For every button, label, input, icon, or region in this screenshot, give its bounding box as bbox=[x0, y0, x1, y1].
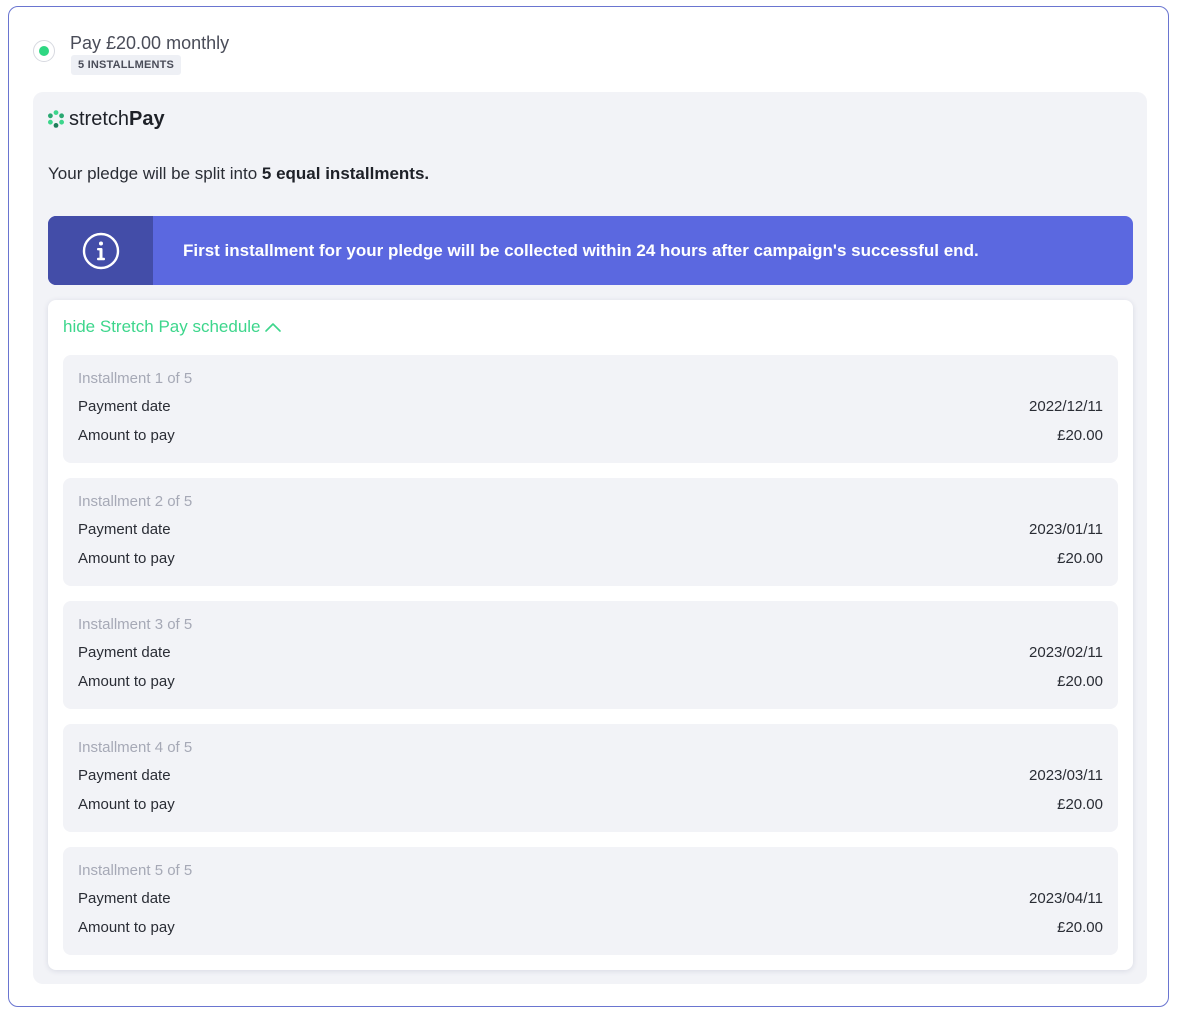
installment-title: Installment 2 of 5 bbox=[78, 493, 193, 510]
payment-date-row: Payment date 2023/03/11 bbox=[78, 765, 1103, 787]
installments-summary-emphasis: 5 equal installments. bbox=[261, 164, 430, 183]
amount-value: £20.00 bbox=[1057, 673, 1103, 690]
payment-date-row: Payment date 2023/02/11 bbox=[78, 642, 1103, 664]
hide-schedule-toggle[interactable]: hide Stretch Pay schedule bbox=[63, 315, 282, 339]
amount-row: Amount to pay £20.00 bbox=[78, 794, 1103, 816]
stretch-pay-panel: stretchPay Your pledge will be split int… bbox=[33, 92, 1147, 984]
amount-row: Amount to pay £20.00 bbox=[78, 671, 1103, 693]
stretch-pay-schedule: hide Stretch Pay schedule Installment 1 … bbox=[48, 300, 1133, 970]
radio-selected-dot bbox=[39, 46, 49, 56]
installments-badge: 5 INSTALLMENTS bbox=[71, 55, 182, 75]
payment-date-value: 2023/03/11 bbox=[1029, 767, 1103, 784]
amount-value: £20.00 bbox=[1057, 919, 1103, 936]
payment-date-label: Payment date bbox=[78, 521, 171, 538]
installment-card: Installment 5 of 5 Payment date 2023/04/… bbox=[63, 847, 1118, 955]
payment-date-label: Payment date bbox=[78, 644, 171, 661]
amount-row: Amount to pay £20.00 bbox=[78, 548, 1103, 570]
payment-date-row: Payment date 2023/01/11 bbox=[78, 519, 1103, 541]
stretch-pay-logo-text: stretchPay bbox=[69, 108, 165, 130]
payment-date-value: 2023/02/11 bbox=[1029, 644, 1103, 661]
amount-label: Amount to pay bbox=[78, 427, 175, 444]
chevron-up-icon[interactable] bbox=[264, 321, 282, 333]
payment-date-label: Payment date bbox=[78, 767, 171, 784]
amount-label: Amount to pay bbox=[78, 673, 175, 690]
payment-option-title[interactable]: Pay £20.00 monthly bbox=[70, 31, 229, 55]
notice-icon-box bbox=[48, 216, 153, 285]
amount-value: £20.00 bbox=[1057, 427, 1103, 444]
payment-date-value: 2023/04/11 bbox=[1029, 890, 1103, 907]
amount-value: £20.00 bbox=[1057, 796, 1103, 813]
payment-option-radio[interactable] bbox=[33, 40, 55, 62]
amount-label: Amount to pay bbox=[78, 919, 175, 936]
payment-option-card[interactable]: Pay £20.00 monthly 5 INSTALLMENTS stretc… bbox=[8, 6, 1169, 1007]
payment-date-value: 2023/01/11 bbox=[1029, 521, 1103, 538]
collection-notice-text: First installment for your pledge will b… bbox=[183, 240, 979, 260]
amount-label: Amount to pay bbox=[78, 796, 175, 813]
amount-row: Amount to pay £20.00 bbox=[78, 425, 1103, 447]
hide-schedule-label[interactable]: hide Stretch Pay schedule bbox=[63, 315, 261, 339]
amount-label: Amount to pay bbox=[78, 550, 175, 567]
installment-card: Installment 3 of 5 Payment date 2023/02/… bbox=[63, 601, 1118, 709]
payment-date-label: Payment date bbox=[78, 398, 171, 415]
installment-title: Installment 1 of 5 bbox=[78, 370, 193, 387]
payment-date-label: Payment date bbox=[78, 890, 171, 907]
collection-notice-banner: First installment for your pledge will b… bbox=[48, 216, 1133, 285]
payment-date-row: Payment date 2022/12/11 bbox=[78, 396, 1103, 418]
stretch-pay-logo: stretchPay bbox=[47, 107, 165, 131]
installment-title: Installment 5 of 5 bbox=[78, 862, 193, 879]
stretch-pay-logo-icon bbox=[48, 110, 64, 128]
payment-date-row: Payment date 2023/04/11 bbox=[78, 888, 1103, 910]
info-icon bbox=[82, 232, 119, 269]
installments-summary: Your pledge will be split into 5 equal i… bbox=[48, 164, 430, 183]
installment-title: Installment 4 of 5 bbox=[78, 739, 193, 756]
amount-row: Amount to pay £20.00 bbox=[78, 917, 1103, 939]
installment-card: Installment 2 of 5 Payment date 2023/01/… bbox=[63, 478, 1118, 586]
payment-date-value: 2022/12/11 bbox=[1029, 398, 1103, 415]
amount-value: £20.00 bbox=[1057, 550, 1103, 567]
installment-title: Installment 3 of 5 bbox=[78, 616, 193, 633]
installment-card: Installment 4 of 5 Payment date 2023/03/… bbox=[63, 724, 1118, 832]
installment-card: Installment 1 of 5 Payment date 2022/12/… bbox=[63, 355, 1118, 463]
